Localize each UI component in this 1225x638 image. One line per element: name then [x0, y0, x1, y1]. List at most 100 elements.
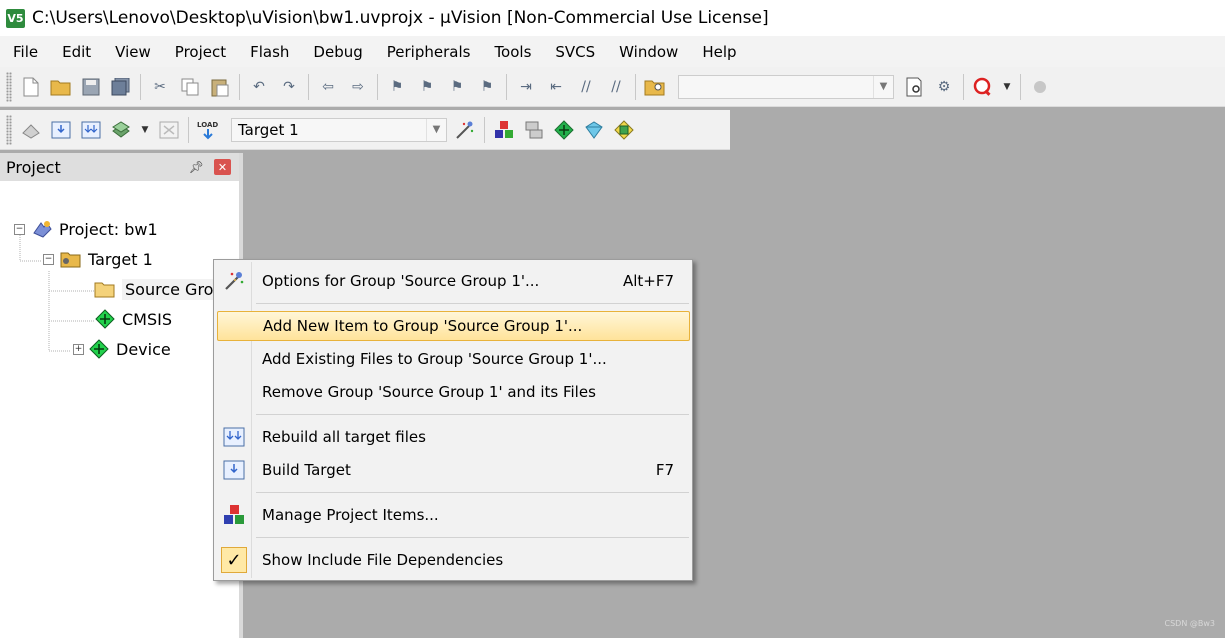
tree-label-project: Project: bw1 — [59, 219, 158, 239]
stop-build-icon[interactable] — [157, 118, 181, 142]
tree-item-cmsis[interactable]: CMSIS — [94, 306, 172, 332]
menu-add-new-item[interactable]: Add New Item to Group 'Source Group 1'..… — [217, 311, 690, 341]
select-packs-icon[interactable] — [582, 118, 606, 142]
pin-icon[interactable]: 📌︎ — [189, 160, 204, 174]
indent-icon[interactable]: ⇥ — [514, 75, 538, 99]
pack-installer-icon[interactable] — [612, 118, 636, 142]
uncomment-icon[interactable]: // — [604, 75, 628, 99]
expand-icon[interactable]: + — [73, 343, 84, 355]
menu-svcs[interactable]: SVCS — [542, 43, 606, 61]
previous-bookmark-icon[interactable]: ⚑ — [415, 75, 439, 99]
menu-flash[interactable]: Flash — [237, 43, 300, 61]
file-extensions-icon[interactable] — [522, 118, 546, 142]
menu-item-label: Rebuild all target files — [262, 428, 426, 446]
undo-icon[interactable]: ↶ — [247, 75, 271, 99]
save-all-icon[interactable] — [109, 75, 133, 99]
menu-show-include-dependencies[interactable]: ✓ Show Include File Dependencies — [217, 545, 690, 575]
save-icon[interactable] — [79, 75, 103, 99]
toolbar-separator — [140, 73, 141, 100]
menu-remove-group[interactable]: Remove Group 'Source Group 1' and its Fi… — [217, 377, 690, 407]
tree-item-source-group[interactable]: Source Grou — [94, 276, 227, 302]
insert-bookmark-icon[interactable]: ⚑ — [385, 75, 409, 99]
project-icon — [31, 219, 53, 239]
toolbar-separator — [963, 73, 964, 100]
tools-icon[interactable]: ⚙ — [932, 75, 956, 99]
batch-build-icon[interactable] — [109, 118, 133, 142]
menu-build-target[interactable]: Build Target F7 — [217, 455, 690, 485]
close-pane-button[interactable]: ✕ — [214, 159, 231, 175]
target-select[interactable]: Target 1 ▼ — [231, 117, 447, 142]
debug-session-icon[interactable] — [971, 75, 995, 99]
menu-bar: File Edit View Project Flash Debug Perip… — [0, 36, 1225, 67]
tree-item-target[interactable]: − Target 1 — [43, 246, 153, 272]
translate-icon[interactable] — [19, 118, 43, 142]
breakpoint-icon[interactable] — [1028, 75, 1052, 99]
tree-item-project[interactable]: − Project: bw1 — [14, 216, 158, 242]
menu-separator — [256, 303, 689, 304]
manage-rte-icon[interactable] — [552, 118, 576, 142]
paste-icon[interactable] — [208, 75, 232, 99]
chevron-down-icon[interactable]: ▼ — [873, 75, 893, 98]
collapse-icon[interactable]: − — [43, 253, 54, 265]
menu-window[interactable]: Window — [606, 43, 689, 61]
chevron-down-icon[interactable]: ▼ — [139, 118, 151, 142]
menu-rebuild-all[interactable]: Rebuild all target files — [217, 422, 690, 452]
new-file-icon[interactable] — [19, 75, 43, 99]
find-combo[interactable]: ▼ — [678, 74, 894, 99]
menu-separator — [256, 537, 689, 538]
open-folder-icon[interactable] — [49, 75, 73, 99]
menu-tools[interactable]: Tools — [481, 43, 542, 61]
menu-manage-project-items[interactable]: Manage Project Items... — [217, 500, 690, 530]
menu-item-label: Manage Project Items... — [262, 506, 439, 524]
download-icon[interactable]: LOAD — [196, 118, 220, 142]
manage-project-items-icon[interactable] — [492, 118, 516, 142]
pane-controls: 📌︎ ✕ — [189, 159, 231, 175]
menu-edit[interactable]: Edit — [49, 43, 102, 61]
context-menu: Options for Group 'Source Group 1'... Al… — [213, 259, 693, 581]
uvision-app-icon[interactable]: V5 — [6, 8, 25, 28]
menu-help[interactable]: Help — [689, 43, 747, 61]
menu-debug[interactable]: Debug — [300, 43, 373, 61]
chevron-down-icon[interactable]: ▼ — [1001, 75, 1013, 99]
next-bookmark-icon[interactable]: ⚑ — [445, 75, 469, 99]
incremental-find-icon[interactable] — [902, 75, 926, 99]
navigate-back-icon[interactable]: ⇦ — [316, 75, 340, 99]
menu-options-for-group[interactable]: Options for Group 'Source Group 1'... Al… — [217, 266, 690, 296]
project-tree: − Project: bw1 − Target 1 Source Grou CM… — [0, 181, 239, 631]
find-in-files-icon[interactable] — [643, 75, 667, 99]
menu-project[interactable]: Project — [162, 43, 237, 61]
menu-item-label: Add New Item to Group 'Source Group 1'..… — [263, 317, 583, 335]
redo-icon[interactable]: ↷ — [277, 75, 301, 99]
tree-item-device[interactable]: + Device — [73, 336, 171, 362]
copy-icon[interactable] — [178, 75, 202, 99]
menu-add-existing-files[interactable]: Add Existing Files to Group 'Source Grou… — [217, 344, 690, 374]
manage-items-icon — [217, 504, 251, 526]
unindent-icon[interactable]: ⇤ — [544, 75, 568, 99]
toolbar-separator — [239, 73, 240, 100]
rebuild-icon[interactable] — [79, 118, 103, 142]
rebuild-icon — [217, 427, 251, 447]
toolbar-separator — [1020, 73, 1021, 100]
magic-wand-icon — [217, 270, 251, 292]
project-window-header: Project 📌︎ ✕ — [0, 153, 239, 181]
menu-view[interactable]: View — [102, 43, 162, 61]
toolbar-grip[interactable] — [6, 114, 12, 145]
menu-file[interactable]: File — [0, 43, 49, 61]
navigate-forward-icon[interactable]: ⇨ — [346, 75, 370, 99]
watermark: CSDN @Bw3 — [1164, 619, 1215, 628]
chevron-down-icon[interactable]: ▼ — [426, 118, 446, 141]
toolbar-grip[interactable] — [6, 71, 12, 102]
menu-peripherals[interactable]: Peripherals — [374, 43, 482, 61]
target-folder-icon — [60, 249, 82, 269]
options-for-target-icon[interactable] — [453, 118, 477, 142]
toolbar-separator — [308, 73, 309, 100]
window-title: C:\Users\Lenovo\Desktop\uVision\bw1.uvpr… — [32, 8, 769, 28]
toolbar-separator — [377, 73, 378, 100]
clear-bookmarks-icon[interactable]: ⚑ — [475, 75, 499, 99]
tree-label-device: Device — [116, 339, 171, 359]
collapse-icon[interactable]: − — [14, 223, 25, 235]
comment-icon[interactable]: // — [574, 75, 598, 99]
build-icon[interactable] — [49, 118, 73, 142]
cut-icon[interactable]: ✂ — [148, 75, 172, 99]
svg-text:LOAD: LOAD — [197, 121, 218, 129]
